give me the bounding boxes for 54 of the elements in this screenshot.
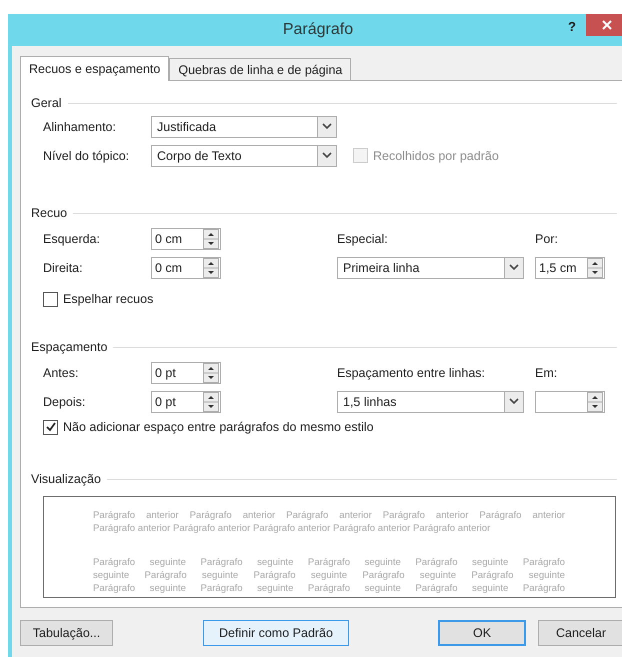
checkbox-label: Não adicionar espaço entre parágrafos do mesmo estilo <box>63 420 374 434</box>
spin-field[interactable]: 0 cm <box>151 228 221 250</box>
chevron-down-icon <box>509 398 519 405</box>
dialog-button[interactable]: Tabulação... <box>20 620 113 646</box>
chevron-down-icon <box>322 152 332 159</box>
preview-text: Parágrafo seguinte Parágrafo seguinte Parágrafo seguinte Parágrafo seguinte Parágrafo <box>93 556 565 569</box>
field-label: Especial: <box>337 232 388 246</box>
field-label: Esquerda: <box>42 232 101 246</box>
preview-text: seguinte Parágrafo seguinte Parágrafo seguinte Parágrafo seguinte Parágrafo seguinte <box>93 569 565 582</box>
spin-field[interactable]: 0 pt <box>151 390 221 412</box>
section-heading: Visualização <box>31 472 101 486</box>
spinner-arrows-icon[interactable] <box>203 392 219 412</box>
field-label: Em: <box>535 366 558 380</box>
tab[interactable]: Quebras de linha e de página <box>169 58 352 80</box>
field-label: Nível do tópico: <box>42 148 130 162</box>
dialog-button[interactable]: OK <box>438 620 526 646</box>
preview-text: Parágrafo anterior Parágrafo anterior Parágrafo anterior Parágrafo anterior Parágrafo anterior <box>93 522 492 535</box>
dropdown[interactable]: Primeira linha <box>337 256 524 278</box>
chevron-down-icon <box>509 264 519 271</box>
field-label: Antes: <box>42 366 80 380</box>
checkbox[interactable] <box>43 420 58 434</box>
section-heading: Espaçamento <box>31 340 108 354</box>
section-heading: Recuo <box>31 206 68 220</box>
spinner-arrows-icon[interactable] <box>587 392 603 412</box>
spin-field[interactable]: 0 pt <box>151 362 221 384</box>
field-label: Por: <box>535 232 558 246</box>
field-label: Direita: <box>42 260 84 274</box>
spin-field[interactable]: 0 cm <box>151 256 221 278</box>
spin-field[interactable] <box>535 390 605 412</box>
window-title: Parágrafo <box>282 21 354 39</box>
spin-field[interactable]: 1,5 cm <box>535 256 605 278</box>
spinner-arrows-icon[interactable] <box>587 258 603 278</box>
preview-text: Parágrafo seguinte Parágrafo seguinte Parágrafo seguinte Parágrafo seguinte Parágrafo <box>93 582 565 595</box>
dialog-button[interactable]: Cancelar <box>538 620 622 646</box>
spinner-arrows-icon[interactable] <box>203 362 219 382</box>
checkbox-label: Recolhidos por padrão <box>373 148 499 162</box>
field-label: Espaçamento entre linhas: <box>337 366 486 380</box>
tab[interactable]: Recuos e espaçamento <box>20 56 170 81</box>
field-label: Alinhamento: <box>42 120 117 134</box>
close-button[interactable] <box>586 14 622 36</box>
dropdown[interactable]: Justificada <box>151 116 337 138</box>
section-heading: Geral <box>31 96 62 110</box>
dropdown[interactable]: Corpo de Texto <box>151 144 337 166</box>
field-label: Depois: <box>42 394 86 408</box>
close-icon <box>602 20 612 30</box>
dialog-button[interactable]: Definir como Padrão <box>203 620 349 646</box>
help-button[interactable]: ? <box>568 19 576 34</box>
preview-text: Parágrafo anterior Parágrafo anterior Parágrafo anterior Parágrafo anterior Parágrafo anterior <box>93 509 565 522</box>
spinner-arrows-icon[interactable] <box>203 258 219 278</box>
spinner-arrows-icon[interactable] <box>203 228 219 248</box>
checkbox[interactable] <box>43 292 58 306</box>
chevron-down-icon <box>322 123 332 130</box>
checkbox-label: Espelhar recuos <box>63 292 154 306</box>
dropdown[interactable]: 1,5 linhas <box>337 390 524 412</box>
